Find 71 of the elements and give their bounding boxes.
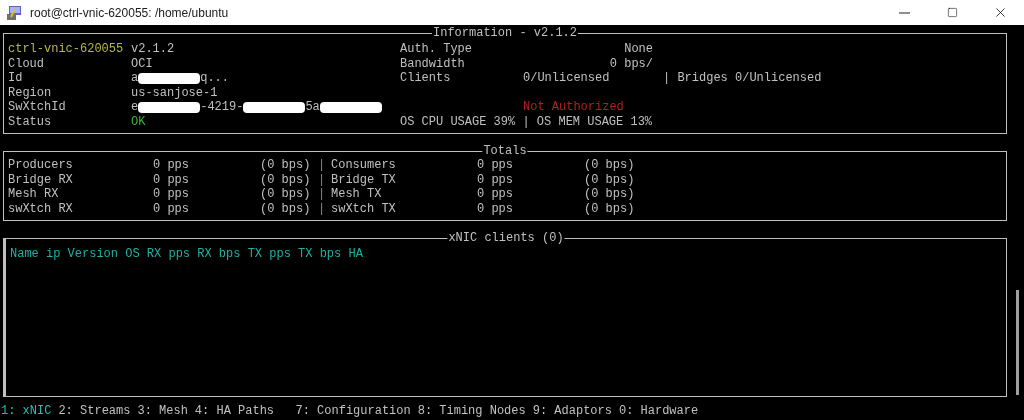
field-value: 5a <box>305 99 320 117</box>
redaction-mark <box>138 101 201 113</box>
column-headers: Name ip Version OS RX pps RX bps TX pps TX bps HA <box>10 247 363 261</box>
field-value: a <box>131 70 139 87</box>
metric-label: swXtch TX <box>331 200 397 218</box>
field-label: Status <box>8 113 53 131</box>
field-label: Bandwidth <box>400 55 465 72</box>
usage-text: OS CPU USAGE 39% | OS MEM USAGE 13% <box>400 113 653 131</box>
menu-tab[interactable]: 4: HA Paths <box>194 402 275 420</box>
field-value: v2.1.2 <box>131 41 175 58</box>
redaction-mark <box>319 101 382 113</box>
field-value: | Bridges 0/Unlicensed <box>663 70 822 88</box>
menu-tab[interactable]: 3: Mesh <box>137 402 188 420</box>
menu-tab[interactable]: 9: Adaptors <box>532 402 612 420</box>
metric-value: (0 bps) <box>584 157 635 174</box>
metric-label: Mesh RX <box>8 186 60 203</box>
metric-label: Mesh TX <box>331 186 383 203</box>
metric-value: 0 pps <box>477 171 514 188</box>
metric-label: Bridge TX <box>331 171 397 188</box>
menu-tab[interactable]: 0: Hardware <box>618 402 699 420</box>
metric-label: Producers <box>8 157 74 174</box>
window-title: root@ctrl-vnic-620055: /home/ubuntu <box>30 4 229 22</box>
separator-text: | <box>318 200 327 218</box>
metric-value: 0 pps <box>477 186 514 203</box>
field-label: ctrl-vnic-620055 <box>8 41 125 58</box>
separator-text: | <box>318 186 327 203</box>
maximize-icon <box>946 7 958 18</box>
redaction-mark <box>138 72 201 84</box>
field-label: Auth. Type <box>400 41 472 58</box>
metric-value: (0 bps) <box>584 171 635 188</box>
field-value: OCI <box>131 55 153 73</box>
metric-label: swXtch RX <box>8 200 74 218</box>
metric-value: (0 bps) <box>584 200 635 218</box>
field-value: q... <box>200 70 229 87</box>
field-label: Cloud <box>8 55 45 72</box>
scrollbar-thumb[interactable] <box>1015 290 1019 395</box>
metric-value: (0 bps) <box>260 157 312 174</box>
redaction-mark <box>243 101 306 113</box>
field-label: SwXtchId <box>8 99 67 116</box>
separator-text: | <box>318 157 327 174</box>
metric-value: 0 pps <box>153 200 190 218</box>
metric-value: 0 pps <box>477 157 514 174</box>
metric-label: Consumers <box>331 157 397 174</box>
menu-tab[interactable]: 8: Timing Nodes <box>417 402 526 420</box>
field-value: us-sanjose-1 <box>131 84 218 101</box>
metric-value: 0 pps <box>477 200 514 218</box>
field-value: None <box>624 41 653 58</box>
alert-text: Not Authorized <box>523 99 624 116</box>
terminal-icon <box>6 4 22 21</box>
metric-value: (0 bps) <box>260 171 312 188</box>
metric-value: 0 pps <box>153 186 190 203</box>
metric-value: (0 bps) <box>260 186 312 203</box>
metric-value: 0 pps <box>153 171 190 188</box>
menu-tab[interactable]: 1: xNIC <box>1 402 52 420</box>
field-label: Clients <box>400 70 452 88</box>
metric-value: 0 pps <box>153 157 190 174</box>
field-label: Id <box>8 70 24 87</box>
metric-value: (0 bps) <box>260 200 312 218</box>
menu-tab[interactable]: 7: Configuration <box>281 402 411 420</box>
field-value: 0 bps/ <box>609 55 653 73</box>
field-value: OK <box>131 113 146 131</box>
separator-text: | <box>318 171 327 188</box>
menu-tab[interactable]: 2: Streams <box>58 402 131 420</box>
field-value: e <box>131 99 139 116</box>
minimize-icon <box>898 11 910 14</box>
metric-value: (0 bps) <box>584 186 635 203</box>
field-label: Region <box>8 84 53 101</box>
field-value: 0/Unlicensed <box>523 70 611 88</box>
field-value: -4219- <box>200 99 244 117</box>
metric-label: Bridge RX <box>8 171 74 188</box>
panel-title: xNIC clients (0) <box>447 230 565 246</box>
